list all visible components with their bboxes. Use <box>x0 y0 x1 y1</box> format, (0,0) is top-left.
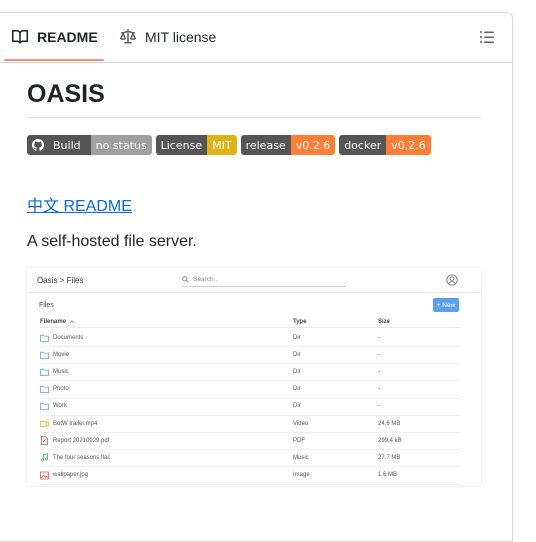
file-name: Music <box>53 368 69 375</box>
docker-badge-label: docker <box>339 135 387 155</box>
file-name: wallpaper.jpg <box>53 472 89 479</box>
file-type: Music <box>293 454 309 461</box>
app-screenshot: Oasis > Files Search.. Files + New Filen… <box>27 268 481 486</box>
file-name-cell: Photo <box>40 385 293 393</box>
folder-icon <box>40 334 53 342</box>
docker-badge-value: v0.2.6 <box>386 135 431 155</box>
file-row: Documents Dir - <box>40 329 460 347</box>
file-name-cell: Movie <box>40 351 293 359</box>
file-row: Music Dir - <box>40 363 460 382</box>
file-size: 299.4 kB <box>378 437 402 444</box>
release-badge[interactable]: release v0.2.6 <box>240 135 336 155</box>
files-section-label: Files <box>39 302 54 309</box>
file-name: The four seasons.flac <box>53 454 111 461</box>
table-header: Filename Type Size <box>40 316 460 328</box>
screenshot-header: Oasis > Files Search.. <box>27 268 481 293</box>
file-name: Report 20210929.pdf <box>53 437 110 444</box>
file-size: 27.7 MB <box>378 454 401 461</box>
folder-icon <box>40 351 53 359</box>
file-name-cell: Work <box>40 402 293 411</box>
pdf-icon <box>40 436 53 446</box>
file-type: Dir <box>293 351 301 358</box>
file-type: Video <box>293 420 309 427</box>
file-name-cell: Documents <box>40 334 293 342</box>
law-icon <box>120 29 136 44</box>
file-row: Photo Dir - <box>40 381 460 399</box>
file-row: Movie Dir - <box>40 346 460 365</box>
folder-icon <box>40 385 53 393</box>
file-row: Report 20210929.pdf PDF 299.4 kB <box>40 432 460 451</box>
new-button: + New <box>433 298 459 312</box>
badge-row: Build no status License MIT release v0.2… <box>27 135 431 155</box>
file-name: Work <box>53 403 67 410</box>
docker-badge[interactable]: docker v0.2.6 <box>339 135 431 155</box>
project-description: A self-hosted file server. <box>27 233 197 250</box>
folder-icon <box>40 402 53 411</box>
file-name-cell: Music <box>40 368 293 376</box>
file-name-cell: Report 20210929.pdf <box>40 436 293 446</box>
file-size: - <box>378 351 380 358</box>
file-size: 24.6 MB <box>378 420 401 427</box>
license-badge-value: MIT <box>207 135 237 155</box>
image-icon <box>40 471 53 480</box>
music-icon <box>40 453 53 462</box>
file-name: Photo <box>53 386 69 393</box>
file-type: Dir <box>293 334 301 341</box>
search-placeholder: Search.. <box>193 276 218 283</box>
account-icon <box>446 274 458 286</box>
search-icon <box>182 276 189 283</box>
file-size: 1.6 MB <box>378 472 398 479</box>
file-name-cell: wallpaper.jpg <box>40 471 293 480</box>
file-name-cell: BotW trailer.mp4 <box>40 420 293 428</box>
release-badge-value: v0.2.6 <box>290 135 336 155</box>
file-type: Dir <box>293 368 301 375</box>
file-type: Image <box>293 472 310 479</box>
column-type: Type <box>293 318 307 325</box>
tab-bar: README MIT license <box>0 13 512 63</box>
file-name: Documents <box>53 334 84 341</box>
file-size: - <box>378 334 380 341</box>
build-badge-value: no status <box>90 135 152 155</box>
file-type: PDF <box>293 437 305 444</box>
file-size: - <box>378 368 380 375</box>
file-size: - <box>378 403 380 410</box>
build-badge-label: Build <box>53 138 81 152</box>
license-badge[interactable]: License MIT <box>155 135 237 155</box>
file-row: The four seasons.flac Music 27.7 MB <box>40 449 460 468</box>
file-name-cell: The four seasons.flac <box>40 453 293 462</box>
file-name: BotW trailer.mp4 <box>53 420 98 427</box>
file-row: Work Dir - <box>40 398 460 416</box>
license-badge-label: License <box>155 135 208 155</box>
file-type: Dir <box>293 403 301 410</box>
build-badge[interactable]: Build no status <box>27 135 152 155</box>
github-icon <box>32 139 44 151</box>
video-icon <box>40 420 53 428</box>
chinese-readme-link[interactable]: 中文 README <box>27 192 132 216</box>
tab-license-label: MIT license <box>145 29 217 45</box>
column-filename: Filename <box>40 319 293 325</box>
sort-up-icon <box>69 319 75 323</box>
release-badge-label: release <box>240 135 291 155</box>
table-of-contents-button[interactable] <box>479 29 495 50</box>
column-size: Size <box>378 318 391 325</box>
book-icon <box>12 29 28 44</box>
tab-license[interactable]: MIT license <box>120 13 216 61</box>
folder-icon <box>40 368 53 376</box>
readme-title: OASIS <box>27 80 105 108</box>
list-unordered-icon <box>480 31 494 43</box>
active-tab-indicator <box>4 59 104 61</box>
tab-readme-label: README <box>37 29 98 45</box>
file-row: BotW trailer.mp4 Video 24.6 MB <box>40 415 460 433</box>
file-name: Movie <box>53 351 70 358</box>
file-row: wallpaper.jpg Image 1.6 MB <box>40 467 460 485</box>
file-type: Dir <box>293 386 301 393</box>
breadcrumb: Oasis > Files <box>37 276 84 285</box>
search-input: Search.. <box>182 273 346 287</box>
file-size: - <box>378 386 380 393</box>
column-filename-label: Filename <box>40 318 67 325</box>
tab-readme[interactable]: README <box>12 13 98 61</box>
title-divider <box>27 117 481 118</box>
